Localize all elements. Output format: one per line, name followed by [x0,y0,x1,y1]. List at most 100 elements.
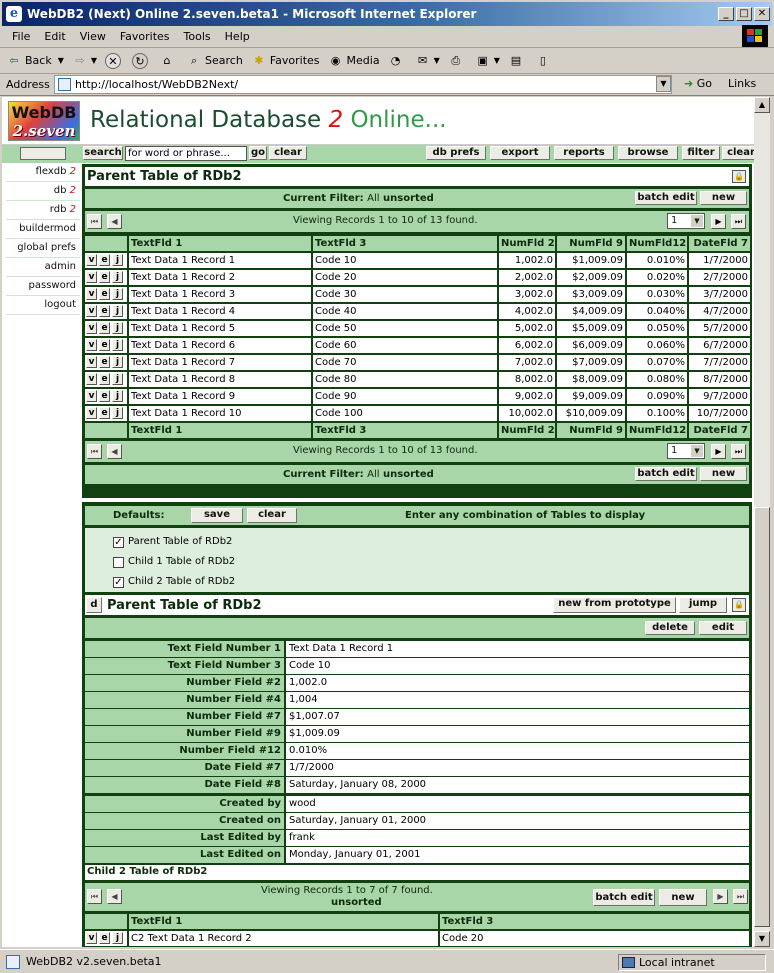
last-page-icon[interactable]: ⏭ [731,214,746,229]
table1-footer-col-4[interactable]: NumFld12 [627,423,687,438]
row-j-button[interactable]: j [112,339,123,351]
row-e-button[interactable]: e [99,322,110,334]
table1-header-col-2[interactable]: NumFld 2 [499,236,555,251]
row-v-button[interactable]: v [86,254,97,266]
row-v-button[interactable]: v [86,373,97,385]
table1-header-col-5[interactable]: DateFld 7 [689,236,750,251]
table1-header-col-3[interactable]: NumFld 9 [557,236,625,251]
messenger-button[interactable]: ▯ [535,53,554,69]
stop-button[interactable]: ✕ [105,52,124,69]
row-e-button[interactable]: e [99,271,110,283]
close-button[interactable]: ✕ [754,7,770,21]
row-v-button[interactable]: v [86,305,97,317]
prev-page-icon[interactable]: ◀ [107,214,122,229]
sidebar-item-rdb[interactable]: rdb 2 [50,204,76,215]
row-v-button[interactable]: v [86,322,97,334]
child-first-page-icon[interactable]: ⏮ [87,889,102,904]
menu-file[interactable]: File [12,30,30,43]
row-j-button[interactable]: j [112,305,123,317]
scroll-down-icon[interactable]: ▼ [754,931,770,947]
last-page-icon[interactable]: ⏭ [731,444,746,459]
filter-clear-button[interactable]: clear [722,146,754,160]
row-v-button[interactable]: v [86,390,97,402]
export-button[interactable]: export [490,146,550,160]
sidebar-item-password[interactable]: password [29,280,76,291]
row-j-button[interactable]: j [112,373,123,385]
db-prefs-button[interactable]: db prefs [426,146,486,160]
history-button[interactable]: ◔ [388,53,407,69]
filter-button[interactable]: filter [682,146,720,160]
table1-footer-col-1[interactable]: TextFld 3 [313,423,497,438]
links-button[interactable]: Links [728,77,756,90]
child-col-0[interactable]: TextFld 1 [129,914,438,929]
row-e-button[interactable]: e [99,356,110,368]
table1-footer-col-0[interactable]: TextFld 1 [129,423,311,438]
table1-footer-col-3[interactable]: NumFld 9 [557,423,625,438]
child-next-page-icon[interactable]: ▶ [713,889,728,904]
lock-icon[interactable]: 🔒 [732,170,746,183]
sidebar-item-buildermod[interactable]: buildermod [19,223,76,234]
table-checkbox[interactable]: ✓ [113,537,124,548]
prev-page-icon[interactable]: ◀ [107,444,122,459]
new-button[interactable]: new [700,467,747,481]
home-button[interactable]: ⌂ [159,53,178,69]
child-col-1[interactable]: TextFld 3 [440,914,749,929]
row-j-button[interactable]: j [112,288,123,300]
child-new-button[interactable]: new [659,889,707,906]
row-v-button[interactable]: v [86,407,97,419]
search-label-button[interactable]: search [83,146,123,160]
row-j-button[interactable]: j [112,254,123,266]
row-e-button[interactable]: e [99,339,110,351]
menu-help[interactable]: Help [225,30,250,43]
child-batch-edit-button[interactable]: batch edit [593,889,655,906]
table-checkbox[interactable]: ✓ [113,577,124,588]
refresh-button[interactable]: ↻ [132,52,151,69]
back-button[interactable]: ⇦ Back ▼ [6,53,63,69]
minimize-button[interactable]: _ [718,7,734,21]
address-input[interactable]: http://localhost/WebDB2Next/ [54,75,672,94]
row-e-button[interactable]: e [99,373,110,385]
edit-page-button[interactable]: ▣ ▼ [475,53,500,69]
batch-edit-button[interactable]: batch edit [635,467,697,481]
record-lock-icon[interactable]: 🔒 [732,598,746,612]
child-last-page-icon[interactable]: ⏭ [733,889,748,904]
go-button[interactable]: ➜ Go [684,77,712,90]
sidebar-item-db[interactable]: db 2 [54,185,76,196]
row-j-button[interactable]: j [112,356,123,368]
row-j-button[interactable]: j [112,407,123,419]
table1-header-col-4[interactable]: NumFld12 [627,236,687,251]
page-select[interactable]: 1 ▼ [667,213,705,229]
row-j-button[interactable]: j [112,390,123,402]
maximize-button[interactable]: □ [736,7,752,21]
row-v-button[interactable]: v [86,288,97,300]
table1-header-col-1[interactable]: TextFld 3 [313,236,497,251]
new-from-prototype-button[interactable]: new from prototype [553,597,676,613]
search-button[interactable]: ⌕ Search [186,53,243,69]
browse-button[interactable]: browse [618,146,678,160]
sidebar-item-global-prefs[interactable]: global prefs [17,242,76,253]
search-input[interactable]: for word or phrase... [125,146,247,161]
table1-footer-col-2[interactable]: NumFld 2 [499,423,555,438]
row-e-button[interactable]: e [99,254,110,266]
forward-button[interactable]: ⇨ ▼ [72,53,97,69]
batch-edit-button[interactable]: batch edit [635,191,697,205]
table-checkbox[interactable] [113,557,124,568]
page-select[interactable]: 1 ▼ [667,443,705,459]
first-page-icon[interactable]: ⏮ [87,214,102,229]
defaults-clear-button[interactable]: clear [247,508,297,523]
row-v-button[interactable]: v [86,339,97,351]
scroll-thumb[interactable] [754,507,770,927]
vertical-scrollbar[interactable]: ▲ ▼ [754,97,770,947]
row-j-button[interactable]: j [112,932,123,944]
first-page-icon[interactable]: ⏮ [87,444,102,459]
row-e-button[interactable]: e [99,288,110,300]
address-dropdown-icon[interactable]: ▼ [656,76,671,92]
print-button[interactable]: ⎙ [448,53,467,69]
delete-button[interactable]: delete [645,621,695,635]
search-go-button[interactable]: go [249,146,267,160]
row-e-button[interactable]: e [99,407,110,419]
mail-button[interactable]: ✉ ▼ [415,53,440,69]
menu-tools[interactable]: Tools [184,30,211,43]
row-v-button[interactable]: v [86,271,97,283]
discuss-button[interactable]: ▤ [508,53,527,69]
